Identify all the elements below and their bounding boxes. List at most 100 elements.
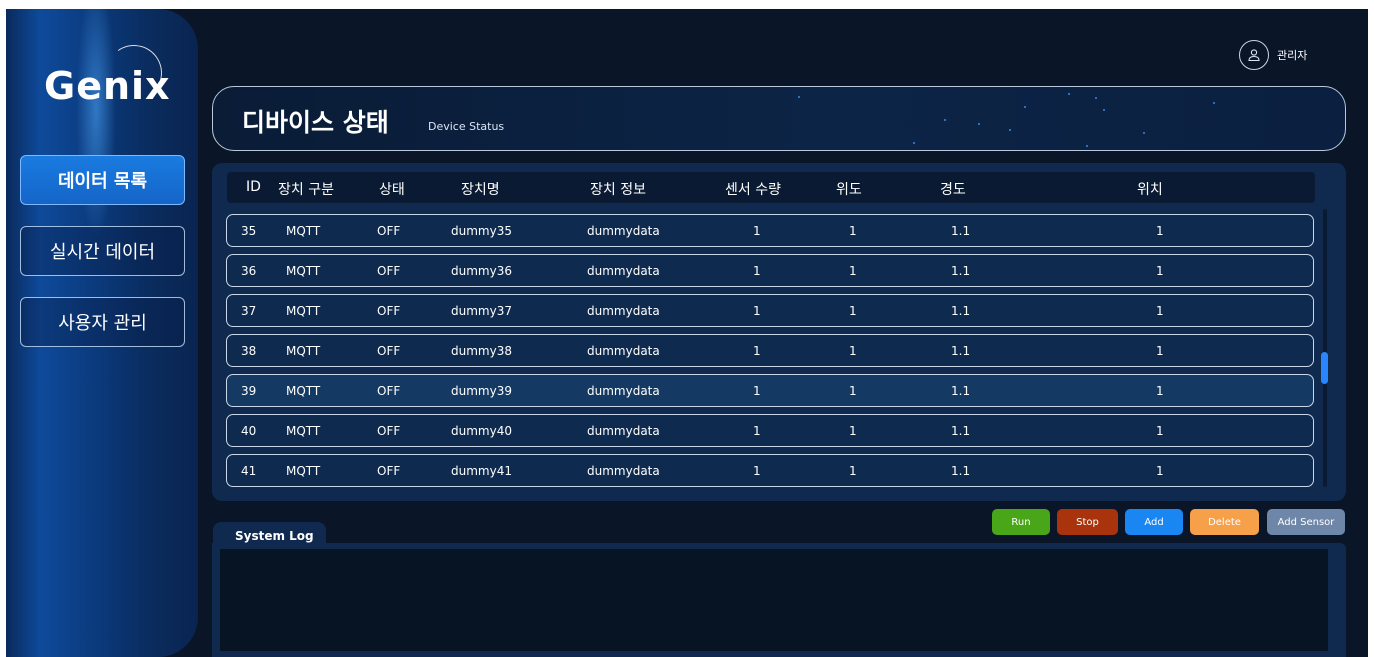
add-button[interactable]: Add (1125, 509, 1183, 535)
cell-device-info: dummydata (587, 344, 660, 358)
cell-latitude: 1 (849, 464, 857, 478)
cell-device-info: dummydata (587, 304, 660, 318)
cell-id: 40 (241, 424, 257, 438)
cell-device-name: dummy40 (451, 424, 512, 438)
cell-sensor-count: 1 (753, 224, 761, 238)
cell-device-info: dummydata (587, 384, 660, 398)
cell-id: 35 (241, 224, 257, 238)
cell-id: 38 (241, 344, 257, 358)
cell-device-type: MQTT (286, 344, 321, 358)
cell-device-info: dummydata (587, 464, 660, 478)
cell-device-info: dummydata (587, 264, 660, 278)
sidebar: Genix 데이터 목록 실시간 데이터 사용자 관리 (6, 9, 198, 657)
cell-location: 1 (1156, 464, 1164, 478)
cell-location: 1 (1156, 344, 1164, 358)
cell-status: OFF (377, 384, 401, 398)
cell-device-name: dummy37 (451, 304, 512, 318)
page-subtitle: Device Status (428, 120, 505, 133)
cell-location: 1 (1156, 304, 1164, 318)
cell-device-type: MQTT (286, 224, 321, 238)
cell-longitude: 1.1 (951, 384, 971, 398)
page-banner: 디바이스 상태 Device Status (212, 86, 1346, 151)
column-header-device-name: 장치명 (461, 182, 500, 198)
system-log-output[interactable] (220, 549, 1328, 651)
cell-status: OFF (377, 424, 401, 438)
table-row[interactable]: 37 MQTT OFF dummy37 dummydata 1 1 1.1 1 (226, 294, 1314, 327)
table-row[interactable]: 36 MQTT OFF dummy36 dummydata 1 1 1.1 1 (226, 254, 1314, 287)
table-row[interactable]: 41 MQTT OFF dummy41 dummydata 1 1 1.1 1 (226, 454, 1314, 487)
system-log-panel (212, 543, 1346, 657)
cell-device-type: MQTT (286, 464, 321, 478)
cell-device-type: MQTT (286, 264, 321, 278)
logo: Genix (44, 64, 171, 108)
cell-id: 36 (241, 264, 257, 278)
cell-device-name: dummy38 (451, 344, 512, 358)
table-scrollbar-track[interactable] (1323, 209, 1327, 487)
cell-sensor-count: 1 (753, 304, 761, 318)
run-button[interactable]: Run (992, 509, 1050, 535)
cell-latitude: 1 (849, 224, 857, 238)
cell-id: 41 (241, 464, 257, 478)
cell-sensor-count: 1 (753, 264, 761, 278)
device-table: ID 장치 구분 상태 장치명 장치 정보 센서 수량 위도 경도 위치 35 M… (212, 163, 1346, 501)
cell-device-type: MQTT (286, 424, 321, 438)
sidebar-item-data-list[interactable]: 데이터 목록 (20, 155, 185, 205)
column-header-id: ID (246, 179, 261, 195)
column-header-sensor-count: 센서 수량 (725, 182, 781, 198)
cell-longitude: 1.1 (951, 424, 971, 438)
cell-status: OFF (377, 344, 401, 358)
cell-longitude: 1.1 (951, 464, 971, 478)
cell-location: 1 (1156, 384, 1164, 398)
column-header-longitude: 경도 (940, 182, 966, 198)
cell-sensor-count: 1 (753, 424, 761, 438)
user-icon[interactable] (1239, 40, 1269, 70)
cell-id: 39 (241, 384, 257, 398)
cell-latitude: 1 (849, 304, 857, 318)
cell-status: OFF (377, 264, 401, 278)
cell-device-name: dummy39 (451, 384, 512, 398)
table-row[interactable]: 40 MQTT OFF dummy40 dummydata 1 1 1.1 1 (226, 414, 1314, 447)
column-header-latitude: 위도 (836, 182, 862, 198)
cell-latitude: 1 (849, 384, 857, 398)
cell-sensor-count: 1 (753, 344, 761, 358)
table-row[interactable]: 39 MQTT OFF dummy39 dummydata 1 1 1.1 1 (226, 374, 1314, 407)
cell-device-name: dummy35 (451, 224, 512, 238)
cell-longitude: 1.1 (951, 304, 971, 318)
cell-latitude: 1 (849, 344, 857, 358)
cell-device-type: MQTT (286, 304, 321, 318)
cell-location: 1 (1156, 424, 1164, 438)
column-header-location: 위치 (1137, 182, 1163, 198)
user-name: 관리자 (1277, 49, 1308, 62)
page-title: 디바이스 상태 (242, 108, 389, 137)
sidebar-item-realtime-data[interactable]: 실시간 데이터 (20, 226, 185, 276)
cell-device-info: dummydata (587, 224, 660, 238)
cell-latitude: 1 (849, 424, 857, 438)
add-sensor-button[interactable]: Add Sensor (1267, 509, 1345, 535)
cell-latitude: 1 (849, 264, 857, 278)
cell-device-name: dummy36 (451, 264, 512, 278)
column-header-device-info: 장치 정보 (590, 182, 646, 198)
cell-location: 1 (1156, 224, 1164, 238)
cell-status: OFF (377, 304, 401, 318)
cell-longitude: 1.1 (951, 224, 971, 238)
user-menu[interactable]: 관리자 (1239, 40, 1307, 70)
cell-location: 1 (1156, 264, 1164, 278)
cell-device-type: MQTT (286, 384, 321, 398)
cell-id: 37 (241, 304, 257, 318)
cell-longitude: 1.1 (951, 344, 971, 358)
cell-device-name: dummy41 (451, 464, 512, 478)
delete-button[interactable]: Delete (1190, 509, 1259, 535)
stop-button[interactable]: Stop (1057, 509, 1118, 535)
table-row[interactable]: 35 MQTT OFF dummy35 dummydata 1 1 1.1 1 (226, 214, 1314, 247)
cell-device-info: dummydata (587, 424, 660, 438)
cell-status: OFF (377, 224, 401, 238)
column-header-status: 상태 (379, 182, 405, 198)
cell-status: OFF (377, 464, 401, 478)
app-window: Genix 데이터 목록 실시간 데이터 사용자 관리 관리자 디바이스 상태 … (6, 9, 1368, 657)
cell-longitude: 1.1 (951, 264, 971, 278)
table-scrollbar-thumb[interactable] (1321, 352, 1328, 384)
sidebar-item-user-management[interactable]: 사용자 관리 (20, 297, 185, 347)
column-header-device-type: 장치 구분 (278, 182, 334, 198)
table-row[interactable]: 38 MQTT OFF dummy38 dummydata 1 1 1.1 1 (226, 334, 1314, 367)
table-header: ID 장치 구분 상태 장치명 장치 정보 센서 수량 위도 경도 위치 (227, 172, 1315, 203)
